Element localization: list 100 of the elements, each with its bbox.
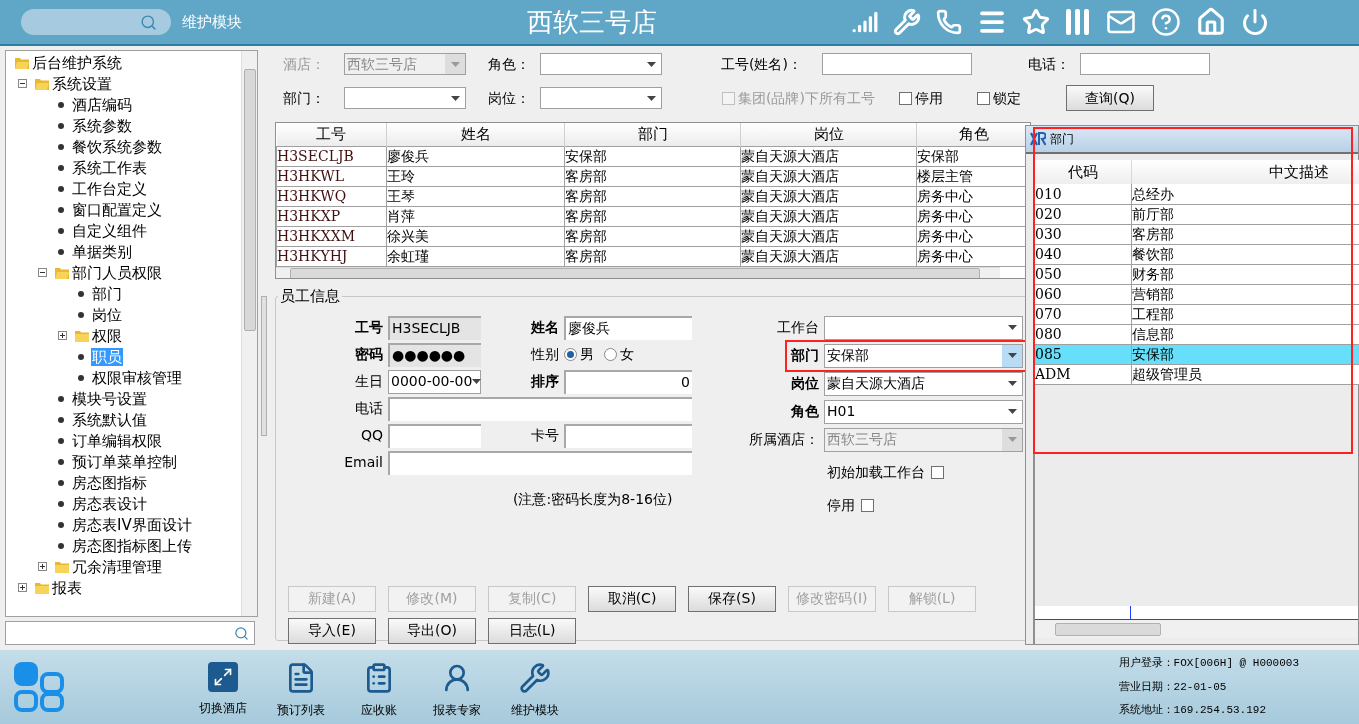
dropdown[interactable] <box>344 87 466 109</box>
input-field[interactable] <box>388 396 692 421</box>
bullet-icon <box>58 395 64 402</box>
taskbar-item[interactable]: 应收账 <box>346 655 412 719</box>
column-header[interactable]: 姓名 <box>386 123 565 146</box>
app-logo-icon[interactable] <box>12 660 66 714</box>
phone-icon[interactable] <box>936 9 962 35</box>
columns-icon[interactable] <box>1065 8 1091 36</box>
dropdown[interactable] <box>824 315 1023 340</box>
tree-item[interactable]: 岗位 <box>91 305 123 324</box>
input-field[interactable] <box>564 423 692 448</box>
checkbox[interactable] <box>931 466 944 479</box>
bullet-icon <box>78 311 84 318</box>
radio-button[interactable] <box>604 348 617 361</box>
tree-item[interactable]: 房态表设计 <box>71 494 148 513</box>
table-cell: 余虹瑾 <box>386 246 565 266</box>
tree-item[interactable]: 自定义组件 <box>71 221 148 240</box>
action-button[interactable]: 保存(S) <box>688 585 776 612</box>
module-name: 维护模块 <box>182 11 242 33</box>
collapse-icon[interactable] <box>18 79 27 88</box>
dropdown[interactable]: H01 <box>824 399 1023 424</box>
action-button[interactable]: 取消(C) <box>588 585 676 612</box>
table-cell: 安保部 <box>1131 344 1359 364</box>
power-icon[interactable] <box>1241 8 1269 36</box>
action-button[interactable]: 查询(Q) <box>1065 85 1154 111</box>
action-button[interactable]: 日志(L) <box>488 617 576 644</box>
vertical-scrollbar[interactable] <box>241 51 257 616</box>
table-cell: 财务部 <box>1131 264 1359 284</box>
dropdown[interactable]: 安保部 <box>824 343 1023 368</box>
tree-item[interactable]: 酒店编码 <box>71 95 133 114</box>
input-field[interactable] <box>1080 53 1210 75</box>
radio-button[interactable] <box>564 348 577 361</box>
expand-icon[interactable] <box>38 562 47 571</box>
status-label: 系统地址： <box>1118 702 1174 719</box>
search-icon <box>140 13 157 31</box>
input-field[interactable]: ●●●●●● <box>388 342 481 367</box>
input-field[interactable]: 廖俊兵 <box>564 315 692 340</box>
signal-icon[interactable] <box>852 9 878 35</box>
table-cell: 蒙自天源大酒店 <box>740 186 917 206</box>
tree-item[interactable]: 单据类别 <box>71 242 133 261</box>
tree-item[interactable]: 后台维护系统 <box>31 53 123 72</box>
tree-item[interactable]: 权限 <box>91 326 123 345</box>
search-field[interactable] <box>21 9 171 35</box>
dropdown[interactable]: 蒙自天源大酒店 <box>824 371 1023 396</box>
star-icon[interactable] <box>1022 8 1050 36</box>
folder-icon <box>55 266 69 279</box>
collapse-icon[interactable] <box>38 268 47 277</box>
dropdown[interactable] <box>540 53 662 75</box>
tree-item[interactable]: 餐饮系统参数 <box>71 137 163 156</box>
taskbar-item[interactable]: 维护模块 <box>502 655 568 719</box>
tree-item[interactable]: 权限审核管理 <box>91 368 183 387</box>
wrench-icon <box>519 661 551 694</box>
tree-item[interactable]: 模块号设置 <box>71 389 148 408</box>
column-header[interactable]: 岗位 <box>740 123 917 146</box>
input-field[interactable] <box>822 53 972 75</box>
input-field[interactable] <box>388 423 481 448</box>
tree-item[interactable]: 系统参数 <box>71 116 133 135</box>
tools-icon[interactable] <box>893 8 921 36</box>
expand-icon[interactable] <box>18 583 27 592</box>
tree-item[interactable]: 工作台定义 <box>71 179 148 198</box>
tree-item[interactable]: 报表 <box>51 578 83 597</box>
taskbar-item[interactable]: 报表专家 <box>424 655 490 719</box>
tree-item[interactable]: 房态表IV界面设计 <box>71 515 193 534</box>
table-cell: 040 <box>1035 244 1131 264</box>
column-header[interactable]: 部门 <box>564 123 741 146</box>
tree-item[interactable]: 房态图指标 <box>71 473 148 492</box>
expand-icon[interactable] <box>58 331 67 340</box>
table-cell: ADM <box>1035 364 1131 384</box>
action-button[interactable]: 导入(E) <box>288 617 376 644</box>
tree-item[interactable]: 系统默认值 <box>71 410 148 429</box>
tree-item[interactable]: 冗余清理管理 <box>71 557 163 576</box>
tree-item[interactable]: 部门人员权限 <box>71 263 163 282</box>
column-header[interactable]: 工号 <box>276 123 387 146</box>
tree-item[interactable]: 系统设置 <box>51 74 113 93</box>
tree-item[interactable]: 系统工作表 <box>71 158 148 177</box>
home-icon[interactable] <box>1196 7 1226 37</box>
search-field[interactable] <box>5 621 255 645</box>
horizontal-scrollbar[interactable] <box>1035 620 1358 638</box>
input-field[interactable]: 0 <box>564 369 692 394</box>
table-cell: 蒙自天源大酒店 <box>740 166 917 186</box>
status-label: 用户登录： <box>1118 655 1174 672</box>
tree-item[interactable]: 预订单菜单控制 <box>71 452 178 471</box>
taskbar-item[interactable]: 切换酒店 <box>190 655 256 719</box>
bullet-icon <box>58 185 64 192</box>
checkbox[interactable] <box>861 499 874 512</box>
tree-item[interactable]: 窗口配置定义 <box>71 200 163 219</box>
help-icon[interactable] <box>1151 7 1181 37</box>
checkbox[interactable] <box>976 91 990 105</box>
tree-item[interactable]: 房态图指标图上传 <box>71 536 193 555</box>
input-field[interactable] <box>388 450 692 475</box>
action-button[interactable]: 导出(O) <box>388 617 476 644</box>
taskbar-item[interactable]: 预订列表 <box>268 655 334 719</box>
tree-item[interactable]: 部门 <box>91 284 123 303</box>
date-dropdown[interactable]: 0000-00-00 <box>388 369 481 394</box>
dropdown[interactable] <box>540 87 662 109</box>
checkbox[interactable] <box>898 91 912 105</box>
tree-item[interactable]: 订单编辑权限 <box>71 431 163 450</box>
input-field[interactable]: H3SECLJB <box>388 315 481 340</box>
table-cell: 客房部 <box>564 226 741 246</box>
department-row[interactable]: 010 总经办 <box>1035 184 1359 204</box>
